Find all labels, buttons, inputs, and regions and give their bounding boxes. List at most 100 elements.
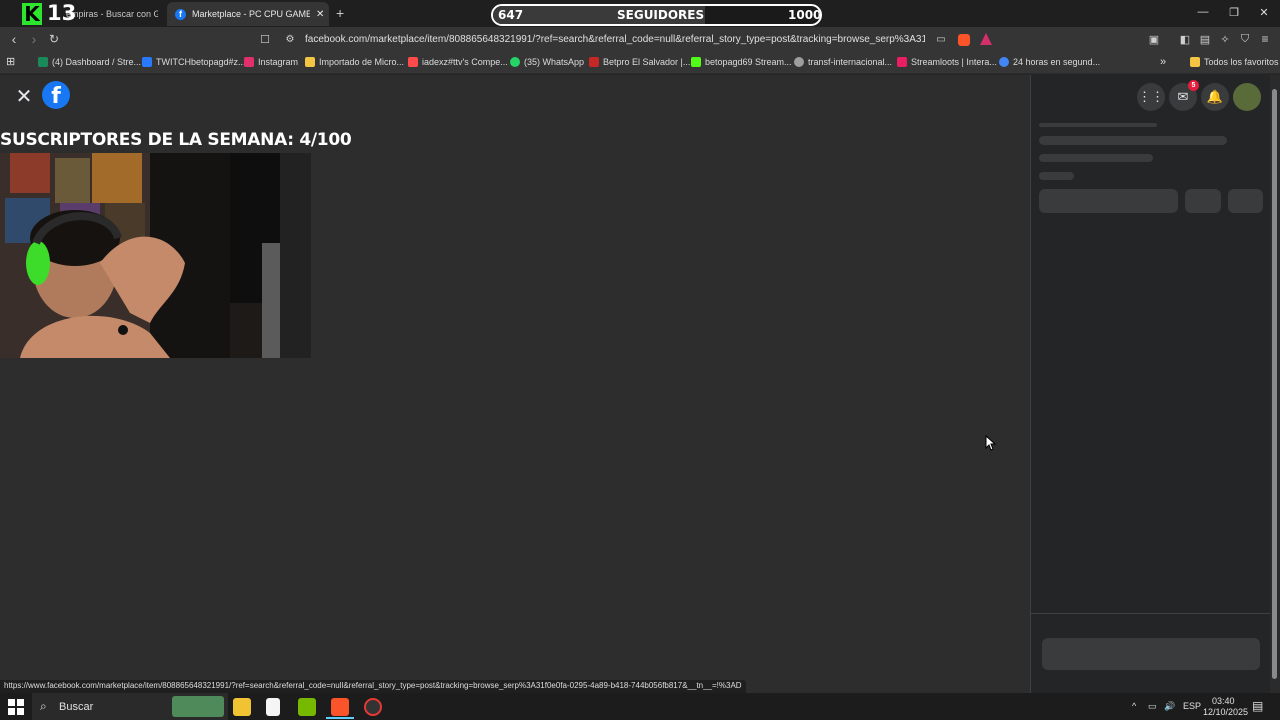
skeleton-line: [1039, 123, 1157, 127]
notification-badge: 5: [1188, 80, 1199, 91]
tab-close-icon[interactable]: ✕: [316, 9, 324, 20]
new-tab-button[interactable]: +: [336, 5, 344, 21]
bookmark-item[interactable]: iadexz#ttv's Compe...: [408, 57, 508, 67]
bookmarks-overflow-button[interactable]: »: [1160, 56, 1166, 68]
bell-icon[interactable]: 🔔: [1201, 83, 1229, 111]
bookmark-label: Importado de Micro...: [319, 57, 405, 67]
skeleton-line: [1039, 172, 1074, 180]
brave-browser-icon[interactable]: [331, 698, 349, 716]
network-icon[interactable]: ▭: [1148, 701, 1157, 712]
all-favorites-label: Todos los favoritos: [1204, 57, 1279, 67]
back-button[interactable]: ‹: [5, 31, 23, 47]
vpn-shield-icon[interactable]: ⛉: [1236, 33, 1254, 46]
bookmark-label: transf-internacional...: [808, 57, 893, 67]
bookmark-label: betopagd69 Stream...: [705, 57, 792, 67]
reader-icon[interactable]: ▣: [1145, 33, 1163, 46]
bookmark-icon[interactable]: ☐: [256, 33, 274, 46]
bookmark-item[interactable]: transf-internacional...: [794, 57, 892, 67]
tray-overflow-icon[interactable]: ^: [1132, 701, 1136, 711]
scroll-thumb[interactable]: [1272, 89, 1277, 679]
skeleton-button: [1039, 189, 1178, 213]
bookmark-item[interactable]: betopagd69 Stream...: [691, 57, 792, 67]
address-toolbar: ‹ › ↻ ☐ ⚙ facebook.com/marketplace/item/…: [0, 27, 1280, 53]
folder-icon: [305, 57, 315, 67]
tab-marketplace[interactable]: f Marketplace - PC CPU GAMER R ✕: [167, 2, 329, 26]
file-explorer-icon[interactable]: [233, 698, 251, 716]
webcam-overlay: [0, 153, 311, 358]
search-highlight-image: [172, 696, 224, 717]
skeleton-message-box: [1042, 638, 1260, 670]
nvidia-icon[interactable]: [298, 698, 316, 716]
leo-ai-icon[interactable]: ✧: [1216, 33, 1234, 46]
followers-goal-bar: 647 SEGUIDORES 1000: [491, 4, 822, 26]
facebook-logo-icon[interactable]: f: [42, 81, 70, 109]
volume-icon[interactable]: 🔊: [1164, 701, 1175, 712]
whatsapp-icon: [510, 57, 520, 67]
globe-icon: [794, 57, 804, 67]
bookmark-label: 24 horas en segund...: [1013, 57, 1101, 67]
tab-label: Marketplace - PC CPU GAMER R: [192, 9, 310, 19]
bookmark-item[interactable]: 24 horas en segund...: [999, 57, 1100, 67]
site-info-icon[interactable]: ⚙: [281, 34, 299, 45]
bookmark-item[interactable]: Betpro El Salvador |...: [589, 57, 690, 67]
bookmark-favicon-icon: [589, 57, 599, 67]
skeleton-button: [1228, 189, 1263, 213]
bookmark-item[interactable]: Streamloots | Intera...: [897, 57, 997, 67]
notification-center-icon[interactable]: ▤: [1252, 699, 1263, 713]
kick-logo-icon: K: [22, 3, 42, 25]
reload-icon[interactable]: ↻: [45, 32, 63, 46]
clock-time[interactable]: 03:40: [1212, 696, 1235, 706]
bookmark-favicon-icon: [38, 57, 48, 67]
close-viewer-button[interactable]: ✕: [12, 85, 36, 109]
bookmark-item[interactable]: (4) Dashboard / Stre...: [38, 57, 141, 67]
sidebar-icon[interactable]: ◧: [1176, 33, 1194, 46]
obs-icon[interactable]: [364, 698, 382, 716]
active-app-indicator: [326, 717, 354, 719]
start-button[interactable]: [8, 699, 24, 715]
forward-button[interactable]: ›: [25, 31, 43, 47]
profile-avatar[interactable]: [1233, 83, 1261, 111]
menu-grid-icon[interactable]: ⋮⋮: [1137, 83, 1165, 111]
search-placeholder: Buscar: [59, 701, 94, 713]
bookmark-favicon-icon: [142, 57, 152, 67]
window-close-button[interactable]: ✕: [1254, 6, 1274, 19]
cast-icon[interactable]: ▭: [932, 34, 950, 45]
bookmark-label: Betpro El Salvador |...: [603, 57, 691, 67]
weekly-subs-counter: SUSCRIPTORES DE LA SEMANA: 4/100: [0, 130, 352, 150]
bookmark-label: Instagram: [258, 57, 299, 67]
instagram-icon: [244, 57, 254, 67]
bookmark-label: (4) Dashboard / Stre...: [52, 57, 142, 67]
bookmark-item[interactable]: Importado de Micro...: [305, 57, 404, 67]
url-field[interactable]: facebook.com/marketplace/item/8088656483…: [305, 34, 925, 45]
skeleton-line: [1039, 154, 1153, 162]
brave-rewards-icon[interactable]: [980, 33, 992, 45]
bookmark-item[interactable]: TWITCHbetopagd#z...: [142, 57, 246, 67]
minimize-button[interactable]: —: [1193, 6, 1213, 18]
bookmark-favicon-icon: [408, 57, 418, 67]
bookmark-label: Streamloots | Intera...: [911, 57, 997, 67]
browser-tab-strip: empiras - Buscar con Go K 13 f Marketpla…: [0, 0, 1280, 27]
followers-label: SEGUIDORES: [617, 8, 705, 22]
bookmark-item[interactable]: (35) WhatsApp: [510, 57, 584, 67]
notepad-icon[interactable]: [266, 698, 280, 716]
brave-shields-icon[interactable]: [958, 34, 970, 46]
search-icon: ⌕: [40, 699, 47, 713]
bookmark-label: TWITCHbetopagd#z...: [156, 57, 246, 67]
all-favorites-folder[interactable]: Todos los favoritos: [1190, 57, 1279, 67]
language-indicator[interactable]: ESP: [1183, 701, 1201, 711]
restore-button[interactable]: ❐: [1224, 6, 1244, 19]
windows-taskbar: ⌕ Buscar ^ ▭ 🔊 ESP 03:40 12/10/2025 ▤: [0, 693, 1280, 720]
webcam-image: [0, 153, 311, 358]
apps-grid-icon[interactable]: ⊞: [6, 55, 15, 68]
wallet-icon[interactable]: ▤: [1196, 33, 1214, 46]
followers-current: 647: [498, 8, 524, 22]
taskbar-search[interactable]: ⌕ Buscar: [32, 693, 228, 720]
skeleton-line: [1039, 136, 1227, 145]
menu-icon[interactable]: ≡: [1256, 32, 1274, 46]
facebook-favicon-icon: f: [175, 8, 186, 20]
bookmark-item[interactable]: Instagram: [244, 57, 298, 67]
listing-details-panel: ⋮⋮ ✉ 5 🔔: [1030, 75, 1271, 693]
page-scrollbar[interactable]: [1270, 75, 1280, 693]
clock-date[interactable]: 12/10/2025: [1203, 707, 1248, 717]
mouse-cursor-icon: [985, 435, 997, 451]
